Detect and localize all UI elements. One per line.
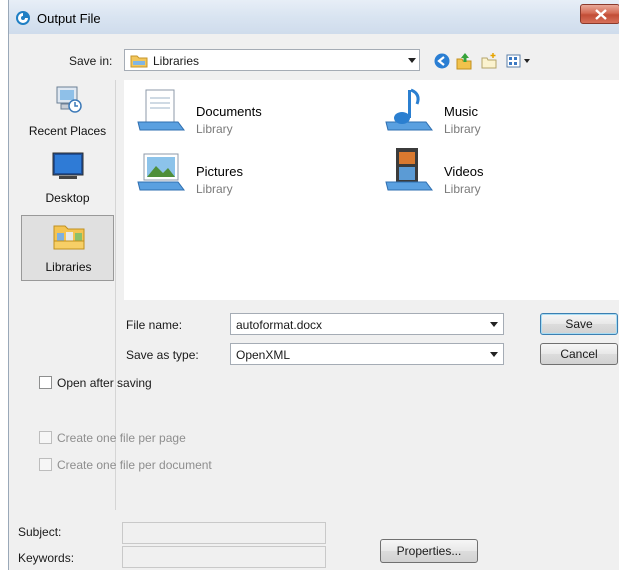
- libraries-folder-icon: [130, 55, 148, 68]
- output-file-dialog: Output File Save in: Libraries Recent Pl…: [8, 0, 619, 570]
- file-name-value: autoformat.docx: [236, 318, 323, 332]
- subject-input[interactable]: [122, 522, 326, 544]
- window-title: Output File: [37, 11, 101, 26]
- keywords-label: Keywords:: [18, 551, 75, 565]
- save-in-combo[interactable]: Libraries: [124, 49, 420, 71]
- file-list[interactable]: Documents Library Music Library Pictures…: [124, 80, 619, 300]
- up-folder-icon[interactable]: [455, 52, 473, 70]
- chevron-down-icon[interactable]: [408, 58, 416, 63]
- place-libraries[interactable]: Libraries: [21, 215, 114, 281]
- videos-library-icon: [385, 148, 433, 191]
- subject-label: Subject:: [18, 525, 62, 539]
- library-name: Pictures: [196, 164, 243, 179]
- one-file-per-page-checkbox[interactable]: [39, 431, 52, 444]
- desktop-icon: [52, 152, 84, 179]
- save-as-type-label: Save as type:: [126, 348, 199, 362]
- open-after-saving-checkbox[interactable]: [39, 376, 52, 389]
- library-name: Documents: [196, 104, 262, 119]
- chevron-down-icon[interactable]: [490, 352, 498, 357]
- properties-button[interactable]: Properties...: [380, 539, 478, 563]
- place-label: Desktop: [45, 191, 90, 205]
- save-in-label: Save in:: [69, 54, 113, 68]
- library-item-videos[interactable]: Videos Library: [384, 146, 584, 202]
- file-name-input[interactable]: autoformat.docx: [230, 313, 504, 335]
- library-item-documents[interactable]: Documents Library: [136, 86, 336, 142]
- views-menu-icon[interactable]: [506, 52, 524, 70]
- title-bar: Output File: [9, 0, 619, 34]
- library-type: Library: [444, 182, 481, 196]
- views-dropdown-arrow[interactable]: [524, 59, 530, 63]
- open-after-saving-label: Open after saving: [57, 376, 152, 390]
- chevron-down-icon[interactable]: [490, 322, 498, 327]
- recent-places-icon: [56, 86, 82, 113]
- place-label: Recent Places: [28, 124, 107, 138]
- library-name: Videos: [444, 164, 484, 179]
- documents-library-icon: [137, 89, 185, 131]
- save-button[interactable]: Save: [540, 313, 618, 335]
- one-file-per-document-label: Create one file per document: [57, 458, 212, 472]
- one-file-per-page-label: Create one file per page: [57, 431, 186, 445]
- place-label: Libraries: [45, 260, 92, 274]
- app-icon: [16, 11, 30, 25]
- keywords-input[interactable]: [122, 546, 326, 568]
- save-as-type-value: OpenXML: [236, 348, 291, 362]
- file-name-label: File name:: [126, 318, 183, 332]
- save-as-type-select[interactable]: OpenXML: [230, 343, 504, 365]
- cancel-button[interactable]: Cancel: [540, 343, 618, 365]
- place-recent-places[interactable]: Recent Places: [21, 80, 114, 144]
- close-button[interactable]: [580, 4, 619, 24]
- pictures-library-icon: [137, 153, 185, 191]
- library-type: Library: [196, 182, 233, 196]
- libraries-icon: [53, 225, 85, 250]
- library-type: Library: [196, 122, 233, 136]
- library-item-pictures[interactable]: Pictures Library: [136, 146, 336, 202]
- library-name: Music: [444, 104, 478, 119]
- back-icon[interactable]: [433, 52, 451, 70]
- new-folder-icon[interactable]: [480, 52, 498, 70]
- music-library-icon: [385, 88, 433, 131]
- one-file-per-document-checkbox[interactable]: [39, 458, 52, 471]
- library-type: Library: [444, 122, 481, 136]
- save-in-value: Libraries: [153, 54, 200, 68]
- place-desktop[interactable]: Desktop: [21, 147, 114, 211]
- close-icon: [595, 9, 607, 20]
- library-item-music[interactable]: Music Library: [384, 86, 584, 142]
- places-bar: Recent Places Desktop Libraries: [17, 80, 116, 510]
